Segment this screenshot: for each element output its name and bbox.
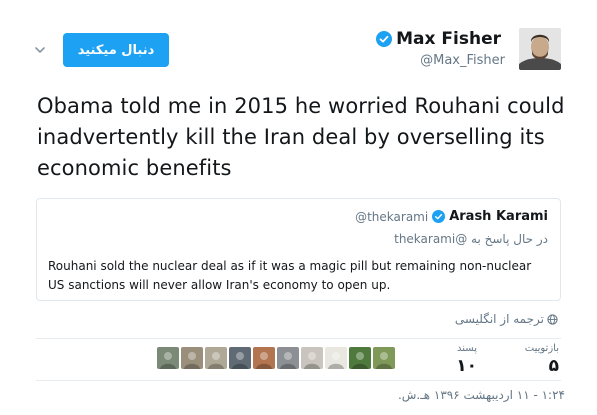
liker-avatar[interactable] [373,347,395,369]
quoted-handle: @thekarami [355,209,429,224]
liker-avatar[interactable] [229,347,251,369]
tweet-timestamp[interactable]: ۱:۲۴ - ۱۱ اردیبهشت ۱۳۹۶ هـ.ش. [398,388,565,402]
chevron-down-icon[interactable] [34,44,46,56]
likes-label: پسند [457,343,477,354]
liker-avatar[interactable] [325,347,347,369]
quoted-name: Arash Karami [449,209,548,224]
following-button[interactable]: دنبال میکنید [63,33,169,67]
replying-to: در حال پاسخ به @thekarami [394,232,548,246]
author-handle[interactable]: @Max_Fisher [420,53,505,68]
quoted-text: Rouhani sold the nuclear deal as if it w… [48,259,532,292]
replying-to-label: در حال پاسخ به [471,232,548,246]
translate-label[interactable]: ترجمه از انگلیسی [455,312,544,326]
tweet-text: Obama told me in 2015 he worried Rouhani… [37,94,565,180]
liker-avatar[interactable] [301,347,323,369]
divider [36,380,561,381]
retweets-stat[interactable]: بازتوییت ۵ [525,343,559,376]
verified-badge-icon [376,31,393,47]
quoted-author: @thekarami Arash Karami [355,209,548,224]
likes-stat[interactable]: پسند ۱۰ [456,343,477,376]
replying-to-link[interactable]: @thekarami [394,232,467,246]
author-avatar[interactable] [519,28,561,70]
author-info[interactable]: Max Fisher [376,29,501,49]
translate-link[interactable]: ترجمه از انگلیسی [455,312,558,326]
divider [36,338,561,339]
liker-avatar[interactable] [349,347,371,369]
liker-avatar[interactable] [277,347,299,369]
liker-avatar[interactable] [157,347,179,369]
globe-icon [547,313,558,325]
verified-badge-icon [432,210,446,223]
liker-avatar[interactable] [253,347,275,369]
liker-avatar[interactable] [181,347,203,369]
quoted-tweet[interactable]: @thekarami Arash Karami در حال پاسخ به @… [36,198,561,301]
likes-count[interactable]: ۱۰ [456,356,477,376]
liker-avatars [157,347,395,369]
retweets-count[interactable]: ۵ [525,356,559,376]
author-name[interactable]: Max Fisher [396,29,501,49]
liker-avatar[interactable] [205,347,227,369]
retweets-label: بازتوییت [524,343,559,354]
